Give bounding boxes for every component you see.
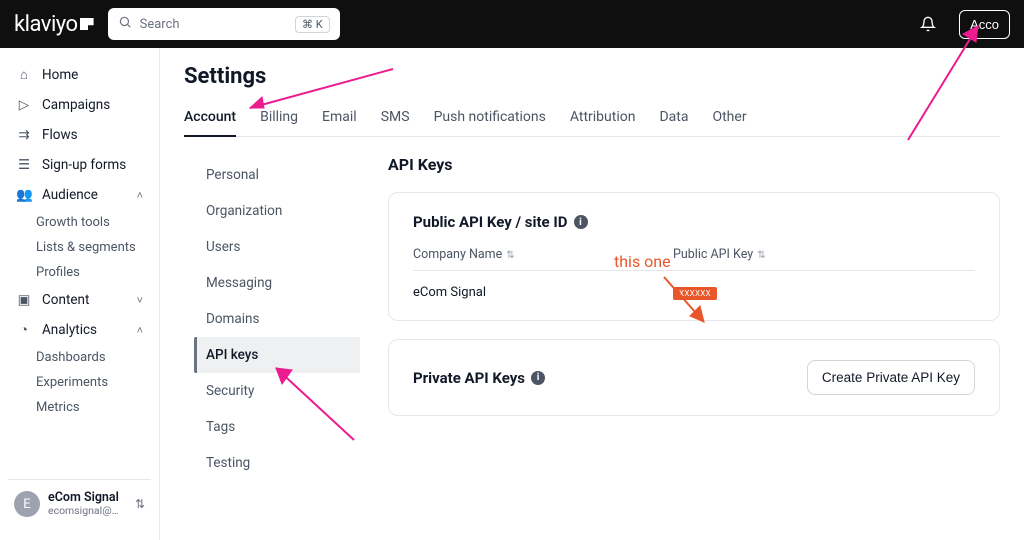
chevron-up-icon: ˄ (137, 324, 143, 337)
tab-sms[interactable]: SMS (381, 99, 410, 136)
sidebar-item-content[interactable]: ▣ Content ˅ (8, 285, 151, 315)
flow-icon: ⇉ (16, 127, 32, 143)
form-icon: ☰ (16, 157, 32, 173)
notifications-icon[interactable] (919, 15, 937, 33)
sidebar-item-signup-forms[interactable]: ☰ Sign-up forms (8, 150, 151, 180)
audience-icon: 👥 (16, 187, 32, 203)
brand-logo: klaviyo (14, 12, 94, 37)
content-icon: ▣ (16, 292, 32, 308)
sidebar-item-label: Campaigns (42, 97, 110, 113)
analytics-icon: ◔ (16, 322, 32, 338)
tab-email[interactable]: Email (322, 99, 357, 136)
sidebar-item-flows[interactable]: ⇉ Flows (8, 120, 151, 150)
sidebar: ⌂ Home ▷ Campaigns ⇉ Flows ☰ Sign-up forms 👥… (0, 48, 160, 540)
sidebar-item-audience[interactable]: 👥 Audience ˄ (8, 180, 151, 210)
company-cell: eCom Signal (413, 285, 673, 300)
subnav-testing[interactable]: Testing (194, 445, 360, 481)
private-key-title: Private API Keys i (413, 369, 545, 387)
settings-subnav: Personal Organization Users Messaging Do… (184, 137, 370, 540)
public-key-table-head: Company Name⇅ Public API Key⇅ (413, 247, 975, 271)
settings-tabs: Account Billing Email SMS Push notificat… (184, 99, 1000, 137)
sidebar-subitem-growth-tools[interactable]: Growth tools (8, 210, 151, 235)
info-icon[interactable]: i (574, 215, 588, 229)
sidebar-item-label: Sign-up forms (42, 157, 126, 173)
subnav-messaging[interactable]: Messaging (194, 265, 360, 301)
sort-icon: ⇅ (506, 250, 514, 261)
sidebar-item-label: Flows (42, 127, 78, 143)
search-icon (118, 15, 132, 33)
search-kbd-hint: ⌘ K (295, 16, 330, 33)
subnav-users[interactable]: Users (194, 229, 360, 265)
subnav-security[interactable]: Security (194, 373, 360, 409)
sidebar-item-campaigns[interactable]: ▷ Campaigns (8, 90, 151, 120)
create-private-api-key-button[interactable]: Create Private API Key (807, 360, 975, 395)
sidebar-item-home[interactable]: ⌂ Home (8, 60, 151, 90)
main: Settings Account Billing Email SMS Push … (160, 48, 1024, 540)
account-menu-button[interactable]: Acco (959, 10, 1010, 39)
subnav-api-keys[interactable]: API keys (194, 337, 360, 373)
sidebar-item-label: Home (42, 67, 78, 83)
page-title: Settings (184, 64, 1000, 89)
private-key-card: Private API Keys i Create Private API Ke… (388, 339, 1000, 416)
table-row: eCom Signal XXXXXX (413, 271, 975, 300)
avatar: E (14, 491, 40, 517)
public-key-title: Public API Key / site ID i (413, 213, 975, 231)
public-key-cell[interactable]: XXXXXX (673, 285, 975, 300)
updown-icon: ⇅ (135, 497, 145, 511)
api-keys-panel: API Keys Public API Key / site ID i Comp… (370, 137, 1000, 540)
tab-account[interactable]: Account (184, 99, 236, 137)
topbar: klaviyo Search ⌘ K Acco (0, 0, 1024, 48)
tab-billing[interactable]: Billing (260, 99, 298, 136)
sidebar-subitem-profiles[interactable]: Profiles (8, 260, 151, 285)
sidebar-item-label: Audience (42, 187, 98, 203)
subnav-domains[interactable]: Domains (194, 301, 360, 337)
sidebar-item-label: Analytics (42, 322, 97, 338)
sort-icon: ⇅ (757, 250, 765, 261)
subnav-tags[interactable]: Tags (194, 409, 360, 445)
search-input[interactable]: Search ⌘ K (108, 8, 340, 40)
sidebar-subitem-lists-segments[interactable]: Lists & segments (8, 235, 151, 260)
logo-flag-icon (80, 18, 94, 30)
panel-title: API Keys (388, 155, 1000, 174)
tab-other[interactable]: Other (712, 99, 746, 136)
account-switcher[interactable]: E eCom Signal ecomsignal@… ⇅ (8, 479, 151, 528)
sidebar-subitem-experiments[interactable]: Experiments (8, 370, 151, 395)
home-icon: ⌂ (16, 67, 32, 83)
brand-text: klaviyo (14, 12, 78, 37)
sidebar-item-analytics[interactable]: ◔ Analytics ˄ (8, 315, 151, 345)
tab-attribution[interactable]: Attribution (570, 99, 636, 136)
public-key-value-redacted: XXXXXX (673, 287, 717, 300)
chevron-up-icon: ˄ (137, 189, 143, 202)
sidebar-subitem-metrics[interactable]: Metrics (8, 395, 151, 420)
tab-data[interactable]: Data (659, 99, 688, 136)
tab-push[interactable]: Push notifications (434, 99, 546, 136)
col-public-key[interactable]: Public API Key⇅ (673, 247, 975, 262)
subnav-organization[interactable]: Organization (194, 193, 360, 229)
send-icon: ▷ (16, 97, 32, 113)
subnav-personal[interactable]: Personal (194, 157, 360, 193)
chevron-down-icon: ˅ (137, 294, 143, 307)
sidebar-item-label: Content (42, 292, 89, 308)
sidebar-subitem-dashboards[interactable]: Dashboards (8, 345, 151, 370)
search-placeholder: Search (140, 17, 180, 32)
account-name: eCom Signal (48, 490, 119, 505)
account-email: ecomsignal@… (48, 505, 119, 518)
col-company[interactable]: Company Name⇅ (413, 247, 673, 262)
public-key-card: Public API Key / site ID i Company Name⇅… (388, 192, 1000, 321)
info-icon[interactable]: i (531, 371, 545, 385)
